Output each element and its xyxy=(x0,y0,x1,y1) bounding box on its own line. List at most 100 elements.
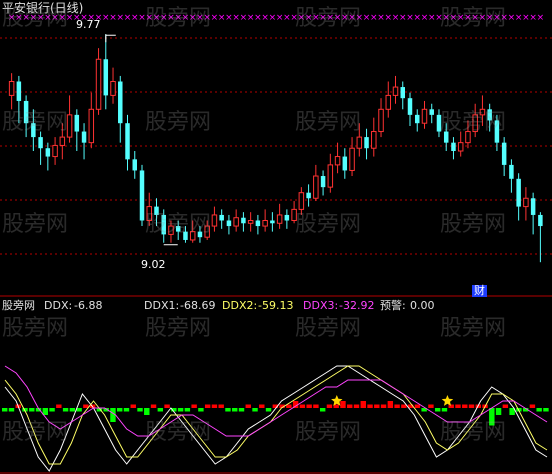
candle-body xyxy=(378,108,384,133)
watermark: 股旁网 xyxy=(440,212,507,237)
watermark: 股旁网 xyxy=(145,420,212,445)
candle-body xyxy=(342,156,348,171)
candle-body xyxy=(306,192,311,199)
candle-body xyxy=(451,142,456,151)
ddx-bar xyxy=(374,404,380,408)
ddx-bar xyxy=(502,404,509,408)
candle-body xyxy=(516,178,521,207)
watermark: 股旁网 xyxy=(145,6,212,31)
watermark: 股旁网 xyxy=(295,420,362,445)
candle-body xyxy=(226,220,232,227)
ddx-bar xyxy=(49,408,55,412)
ddx-bar xyxy=(157,408,164,412)
candle-body xyxy=(8,81,15,96)
ddx-bar xyxy=(462,404,468,408)
candle-body xyxy=(247,220,254,224)
candle-body xyxy=(132,159,138,171)
candle-body xyxy=(255,220,261,227)
watermark: 股旁网 xyxy=(295,6,362,31)
candle-body xyxy=(16,81,22,101)
candle-body xyxy=(118,81,123,124)
watermark: 股旁网 xyxy=(440,110,507,135)
ddx-bar xyxy=(2,408,8,412)
candle-body xyxy=(530,198,536,215)
ddx-bar xyxy=(387,401,394,408)
candle-body xyxy=(139,170,145,221)
ddx-bar xyxy=(225,408,231,412)
candle-body xyxy=(349,147,355,171)
candle-body xyxy=(334,156,341,166)
candle-body xyxy=(103,59,109,96)
candle-body xyxy=(400,87,406,99)
candle-body xyxy=(284,214,290,221)
finance-badge[interactable]: 财 xyxy=(472,285,487,297)
ddx-bar xyxy=(150,404,157,408)
ddx-bar xyxy=(232,408,238,412)
ddx-bar xyxy=(177,408,184,412)
candle-body xyxy=(219,214,224,221)
candle-body xyxy=(233,217,239,227)
ddx-bar xyxy=(306,404,312,408)
ddx-bar xyxy=(62,408,69,412)
ddx-bar xyxy=(367,404,373,408)
candle-body xyxy=(327,164,334,188)
ddx-bar xyxy=(353,404,360,408)
candle-body xyxy=(88,108,95,144)
watermark: 股旁网 xyxy=(295,212,362,237)
ddx-bar xyxy=(265,408,272,412)
watermark: 股旁网 xyxy=(145,212,212,237)
ddx-bar xyxy=(198,408,204,412)
ddx-value: -6.88 xyxy=(74,299,103,312)
ddx-bar xyxy=(347,404,353,408)
ddx-bar xyxy=(252,408,258,412)
candle-body xyxy=(45,148,51,157)
ddx-bar xyxy=(455,404,461,408)
watermark: 股旁网 xyxy=(440,6,507,31)
ddx-bar xyxy=(434,408,441,412)
candle-body xyxy=(523,197,529,208)
signal-marker: × xyxy=(537,13,545,23)
ddx-bar xyxy=(56,404,62,408)
high-price-label: 9.77 xyxy=(76,18,101,31)
warn-label: 预警: xyxy=(380,299,406,312)
candle-body xyxy=(59,136,66,146)
candle-body xyxy=(538,214,543,227)
candle-body xyxy=(262,220,268,227)
candle-body xyxy=(313,175,319,199)
ddx-bar xyxy=(313,404,319,408)
low-price-label: 9.02 xyxy=(141,258,166,271)
watermark: 股旁网 xyxy=(145,316,212,341)
ddx-bar xyxy=(380,404,387,408)
candle-body xyxy=(81,131,87,143)
ddx-bar xyxy=(191,404,197,408)
ddx-bar xyxy=(130,404,136,408)
candle-body xyxy=(74,114,80,132)
watermark: 股旁网 xyxy=(440,420,507,445)
candle-body xyxy=(407,98,413,115)
ddx-bar xyxy=(326,404,333,408)
watermark: 股旁网 xyxy=(440,316,507,341)
ddx-bar xyxy=(76,408,82,412)
watermark: 股旁网 xyxy=(295,110,362,135)
watermark: 股旁网 xyxy=(2,110,69,135)
candle-body xyxy=(270,220,275,224)
candle-body xyxy=(429,109,434,115)
candle-body xyxy=(211,214,218,227)
watermark: 股旁网 xyxy=(2,420,69,445)
ddx-bar xyxy=(441,408,448,412)
ddx-bar xyxy=(340,401,346,408)
ddx-bar xyxy=(319,408,326,412)
ddx-bar xyxy=(238,408,245,412)
ddx-bar xyxy=(360,401,366,408)
ddx-bar xyxy=(8,408,15,412)
watermark: 股旁网 xyxy=(2,212,69,237)
ddx-bar xyxy=(529,404,536,408)
ddx-bar xyxy=(448,404,454,408)
candle-body xyxy=(385,94,392,110)
signal-star xyxy=(441,395,454,406)
watermark: 股旁网 xyxy=(2,316,69,341)
ddx-bar xyxy=(211,404,218,408)
ddx-bar xyxy=(543,408,549,412)
ddx-bar xyxy=(299,404,306,408)
candle-body xyxy=(110,81,116,96)
